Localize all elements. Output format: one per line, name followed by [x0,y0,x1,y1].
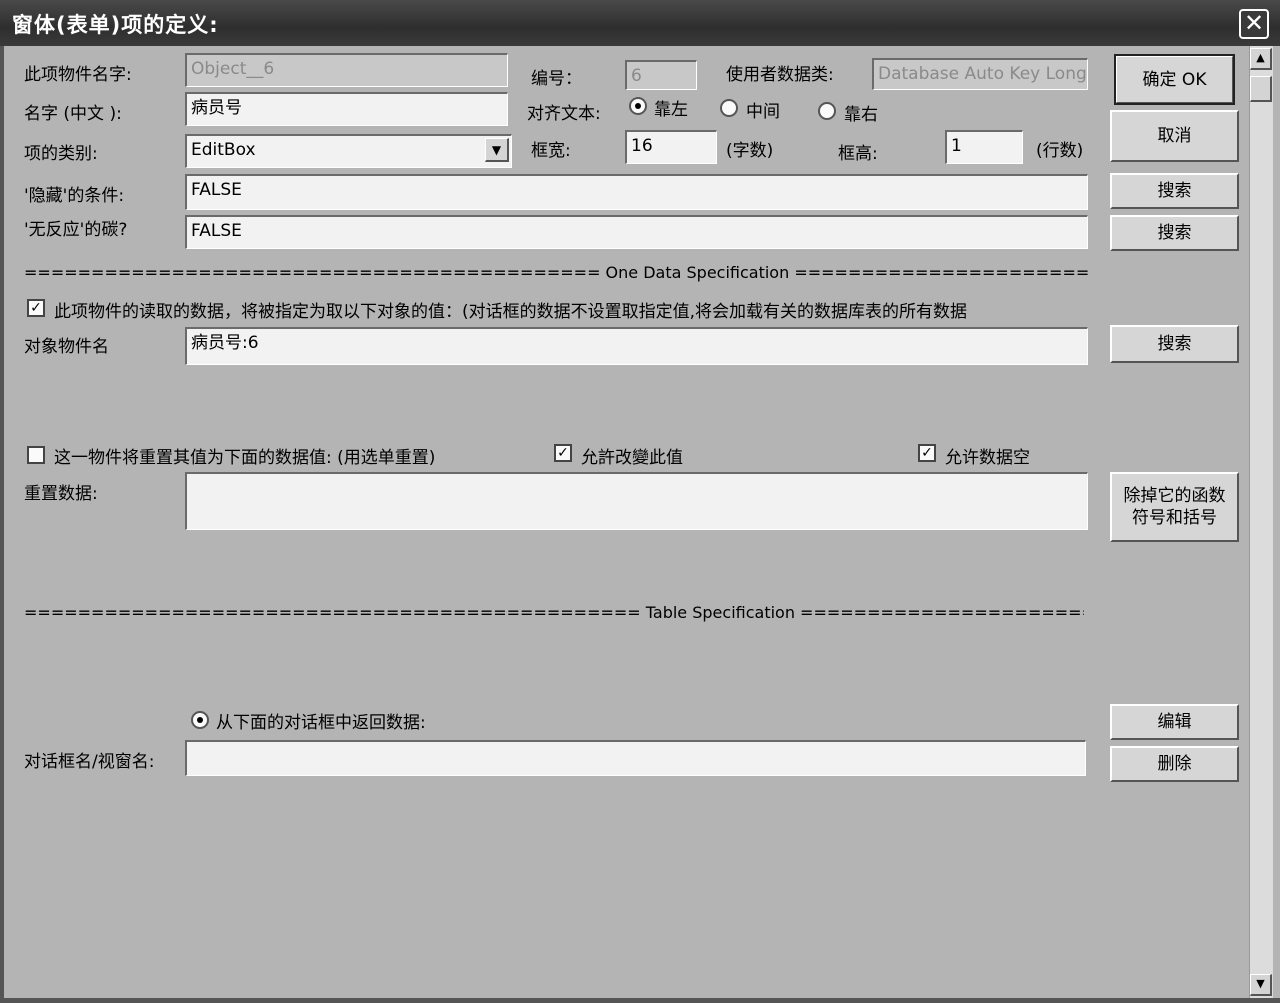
target-object-label: 对象物件名 [24,337,109,357]
item-type-select[interactable]: EditBox ▼ [185,134,512,168]
search-button-noresponse[interactable]: 搜索 [1110,215,1239,251]
search-button-hidden[interactable]: 搜索 [1110,173,1239,209]
remove-function-label-1: 除掉它的函数 [1123,486,1226,506]
noresponse-condition-input[interactable]: FALSE [185,215,1088,249]
window-frame-left [0,46,4,1003]
noresponse-condition-label: '无反应'的碳? [24,220,128,240]
return-data-label: 从下面的对话框中返回数据: [216,713,426,733]
object-name-field: Object__6 [185,53,508,87]
width-input[interactable]: 16 [625,130,717,164]
remove-function-label-2: 符号和括号 [1132,508,1217,528]
align-left-label: 靠左 [654,100,688,120]
number-field: 6 [625,60,697,90]
align-right-label: 靠右 [844,105,878,125]
width-label: 框宽: [531,141,571,161]
cancel-button[interactable]: 取消 [1110,110,1239,162]
read-data-checkbox[interactable]: ✓ [27,299,45,317]
item-type-label: 项的类别: [24,144,98,164]
height-input[interactable]: 1 [945,130,1023,164]
name-cn-input[interactable]: 病员号 [185,92,508,126]
user-data-class-field: Database Auto Key Long [872,58,1088,90]
window-title: 窗体(表单)项的定义: [12,13,219,37]
height-label: 框高: [838,144,878,164]
remove-function-button[interactable]: 除掉它的函数 符号和括号 [1110,472,1239,542]
dialog-name-input[interactable] [185,740,1086,776]
scroll-down-icon[interactable]: ▼ [1250,974,1272,996]
target-object-input[interactable]: 病员号:6 [185,327,1088,365]
window-frame-bottom [0,998,1280,1003]
close-button[interactable]: ✕ [1239,9,1269,39]
align-center-radio[interactable] [720,99,738,117]
align-label: 对齐文本: [527,104,601,124]
width-unit-label: (字数) [726,141,774,161]
height-unit-label: (行数) [1036,141,1084,161]
read-data-label: 此项物件的读取的数据，将被指定为取以下对象的值：(对话框的数据不设置取指定值,将… [54,302,968,322]
return-data-radio[interactable] [191,711,209,729]
number-label: 编号： [531,69,582,89]
scroll-thumb[interactable] [1250,76,1272,102]
vertical-scrollbar[interactable] [1249,46,1273,998]
object-name-label: 此项物件名字: [24,65,132,85]
user-data-class-label: 使用者数据类: [726,65,834,85]
allow-change-label: 允許改變此值 [581,448,683,468]
allow-empty-checkbox[interactable]: ✓ [918,444,936,462]
one-data-separator: ========================================… [24,263,1088,282]
reset-value-label: 这一物件将重置其值为下面的数据值: (用选单重置) [54,448,436,468]
item-type-value: EditBox [191,140,256,160]
name-cn-label: 名字 (中文 ): [24,104,122,124]
search-button-target[interactable]: 搜索 [1110,325,1239,363]
edit-button[interactable]: 编辑 [1110,704,1239,740]
ok-button[interactable]: 确定 OK [1114,54,1235,105]
scroll-up-icon[interactable]: ▲ [1250,48,1272,70]
align-right-radio[interactable] [818,102,836,120]
title-bar: 窗体(表单)项的定义: ✕ [0,0,1280,46]
dialog-name-label: 对话框名/视窗名: [24,752,155,772]
hidden-condition-label: '隐藏'的条件: [24,186,125,206]
reset-value-checkbox[interactable] [27,446,45,464]
allow-empty-label: 允许数据空 [945,448,1030,468]
delete-button[interactable]: 删除 [1110,746,1239,782]
reset-data-textarea[interactable] [185,472,1088,530]
table-spec-separator: ========================================… [24,603,1084,622]
align-center-label: 中间 [746,102,780,122]
hidden-condition-input[interactable]: FALSE [185,174,1088,210]
allow-change-checkbox[interactable]: ✓ [554,444,572,462]
reset-data-label: 重置数据: [24,484,98,504]
chevron-down-icon[interactable]: ▼ [485,138,509,162]
align-left-radio[interactable] [629,97,647,115]
